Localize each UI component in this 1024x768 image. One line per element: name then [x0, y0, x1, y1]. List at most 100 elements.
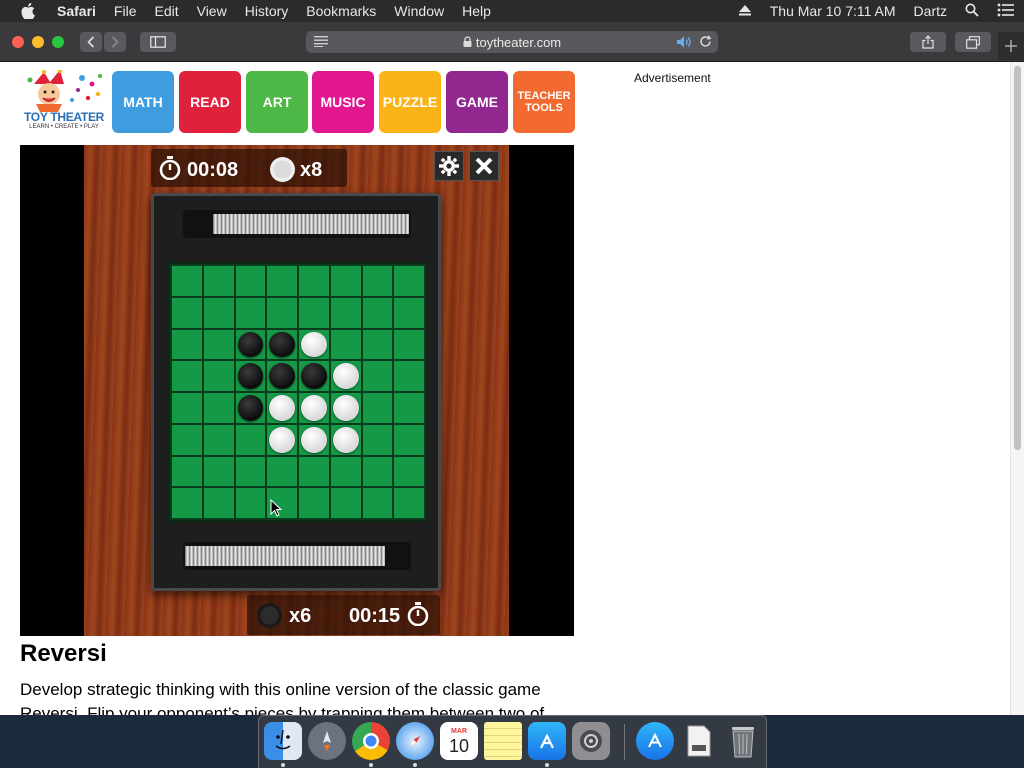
board-cell[interactable]: [267, 361, 297, 391]
nav-tile-music[interactable]: MUSIC: [312, 71, 374, 133]
eject-icon[interactable]: [738, 3, 752, 19]
board-cell[interactable]: [299, 488, 329, 518]
board-cell[interactable]: [362, 393, 393, 423]
new-tab-button[interactable]: [998, 32, 1024, 60]
board-cell[interactable]: [362, 266, 393, 296]
board-cell[interactable]: [394, 456, 424, 487]
board-cell[interactable]: [235, 424, 266, 455]
board-cell[interactable]: [362, 361, 393, 391]
back-button[interactable]: [80, 32, 102, 52]
board-cell[interactable]: [172, 424, 202, 455]
board-cell[interactable]: [394, 393, 424, 423]
board-cell[interactable]: [330, 329, 361, 360]
board-cell[interactable]: [394, 488, 424, 518]
nav-tile-art[interactable]: ART: [246, 71, 308, 133]
sidebar-toggle-button[interactable]: [140, 32, 176, 52]
menu-window[interactable]: Window: [394, 3, 444, 19]
board-cell[interactable]: [235, 456, 266, 487]
forward-button[interactable]: [104, 32, 126, 52]
board-cell[interactable]: [267, 266, 297, 296]
board-cell[interactable]: [203, 424, 234, 455]
calendar-icon[interactable]: MAR 10: [440, 722, 478, 760]
finder-icon[interactable]: [264, 722, 302, 760]
trash-icon[interactable]: [724, 722, 762, 760]
board-cell[interactable]: [330, 361, 361, 391]
audio-playing-icon[interactable]: [676, 35, 692, 52]
reversi-board-grid[interactable]: [168, 262, 428, 522]
board-cell[interactable]: [235, 488, 266, 518]
launchpad-icon[interactable]: [308, 722, 346, 760]
app-store-download-icon[interactable]: [636, 722, 674, 760]
board-cell[interactable]: [172, 393, 202, 423]
reader-view-icon[interactable]: [314, 35, 328, 50]
board-cell[interactable]: [299, 424, 329, 455]
board-cell[interactable]: [362, 297, 393, 328]
spotlight-search-icon[interactable]: [965, 3, 979, 20]
menubar-clock[interactable]: Thu Mar 10 7:11 AM: [770, 3, 896, 19]
menu-bookmarks[interactable]: Bookmarks: [306, 3, 376, 19]
board-cell[interactable]: [299, 297, 329, 328]
system-preferences-icon[interactable]: [572, 722, 610, 760]
menu-app-safari[interactable]: Safari: [57, 3, 96, 19]
board-cell[interactable]: [362, 329, 393, 360]
board-cell[interactable]: [172, 266, 202, 296]
board-cell[interactable]: [235, 329, 266, 360]
address-bar[interactable]: toytheater.com: [306, 31, 718, 53]
menu-edit[interactable]: Edit: [154, 3, 178, 19]
board-cell[interactable]: [235, 361, 266, 391]
nav-tile-teacher-tools[interactable]: TEACHER TOOLS: [513, 71, 575, 133]
board-cell[interactable]: [172, 297, 202, 328]
board-cell[interactable]: [299, 329, 329, 360]
tab-overview-button[interactable]: [955, 32, 991, 52]
reversi-game[interactable]: 00:08 x8 x6 00:15: [20, 145, 574, 636]
board-cell[interactable]: [330, 393, 361, 423]
board-cell[interactable]: [299, 266, 329, 296]
notes-icon[interactable]: [484, 722, 522, 760]
close-window-button[interactable]: [12, 36, 24, 48]
minimize-window-button[interactable]: [32, 36, 44, 48]
menu-help[interactable]: Help: [462, 3, 491, 19]
board-cell[interactable]: [394, 361, 424, 391]
apple-menu-icon[interactable]: [20, 3, 36, 19]
board-cell[interactable]: [299, 456, 329, 487]
board-cell[interactable]: [330, 266, 361, 296]
board-cell[interactable]: [203, 329, 234, 360]
toy-theater-logo[interactable]: TOY THEATER LEARN • CREATE • PLAY: [22, 68, 106, 132]
board-cell[interactable]: [267, 393, 297, 423]
board-cell[interactable]: [330, 456, 361, 487]
nav-tile-game[interactable]: GAME: [446, 71, 508, 133]
menu-view[interactable]: View: [197, 3, 227, 19]
board-cell[interactable]: [235, 266, 266, 296]
document-icon[interactable]: [680, 722, 718, 760]
board-cell[interactable]: [172, 488, 202, 518]
board-cell[interactable]: [394, 329, 424, 360]
board-cell[interactable]: [362, 456, 393, 487]
board-cell[interactable]: [330, 424, 361, 455]
safari-icon[interactable]: [396, 722, 434, 760]
board-cell[interactable]: [172, 329, 202, 360]
page-scrollbar[interactable]: [1010, 62, 1024, 715]
nav-tile-read[interactable]: READ: [179, 71, 241, 133]
nav-tile-puzzle[interactable]: PUZZLE: [379, 71, 441, 133]
board-cell[interactable]: [299, 361, 329, 391]
chrome-icon[interactable]: [352, 722, 390, 760]
board-cell[interactable]: [203, 297, 234, 328]
board-cell[interactable]: [235, 297, 266, 328]
board-cell[interactable]: [330, 488, 361, 518]
board-cell[interactable]: [394, 424, 424, 455]
board-cell[interactable]: [267, 424, 297, 455]
board-cell[interactable]: [172, 361, 202, 391]
board-cell[interactable]: [394, 266, 424, 296]
board-cell[interactable]: [235, 393, 266, 423]
close-game-button[interactable]: [469, 151, 499, 181]
board-cell[interactable]: [267, 329, 297, 360]
zoom-window-button[interactable]: [52, 36, 64, 48]
settings-button[interactable]: [434, 151, 464, 181]
board-cell[interactable]: [362, 488, 393, 518]
notification-center-icon[interactable]: [997, 3, 1015, 20]
board-cell[interactable]: [203, 361, 234, 391]
reload-icon[interactable]: [699, 35, 712, 51]
scrollbar-thumb[interactable]: [1014, 66, 1021, 450]
menubar-user[interactable]: Dartz: [914, 3, 947, 19]
board-cell[interactable]: [203, 456, 234, 487]
